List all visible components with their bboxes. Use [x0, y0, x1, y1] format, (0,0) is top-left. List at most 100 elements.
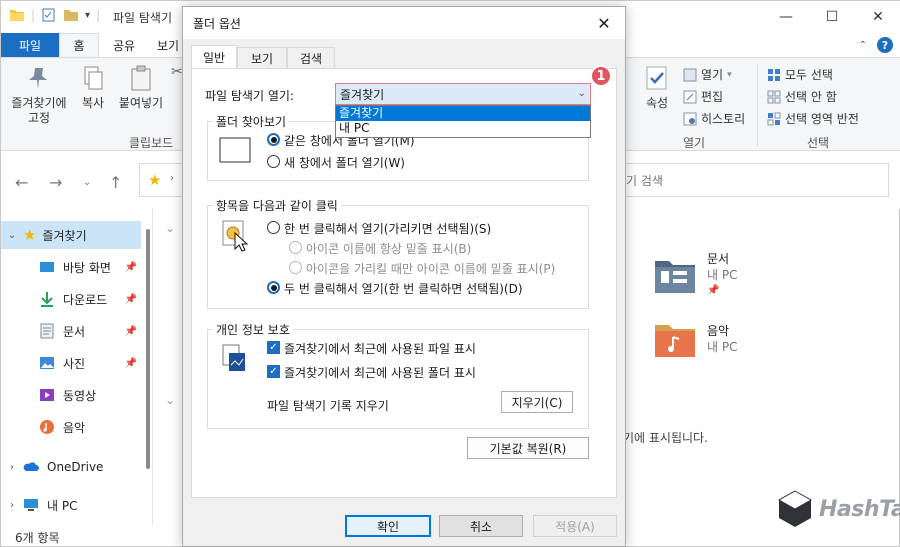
tab-home[interactable]: 홈	[59, 33, 99, 57]
select-all-label: 모두 선택	[785, 68, 833, 82]
close-icon[interactable]: ✕	[855, 1, 900, 33]
underline-hover-label: 아이콘을 가리킬 때만 아이콘 이름에 밑줄 표시(P)	[306, 262, 556, 276]
open-button[interactable]: 열기 ▾	[683, 66, 732, 83]
up-arrow-icon[interactable]: ↑	[109, 173, 122, 192]
open-explorer-select[interactable]: 즐겨찾기 ⌄	[335, 83, 591, 105]
select-all-button[interactable]: 모두 선택	[767, 66, 833, 83]
edit-button[interactable]: 편집	[683, 88, 723, 105]
tab-file[interactable]: 파일	[1, 33, 59, 57]
tab-view[interactable]: 보기	[153, 33, 183, 57]
tab-share[interactable]: 공유	[101, 33, 147, 57]
dialog-title: 폴더 옵션	[193, 17, 241, 31]
computer-icon	[24, 499, 38, 511]
recent-chevron-icon[interactable]: ⌄	[83, 177, 91, 188]
ribbon-separator	[757, 64, 758, 146]
content-item-music[interactable]: 음악 내 PC	[653, 319, 737, 359]
dropdown-option-this-pc[interactable]: 내 PC	[336, 121, 590, 136]
nav-label: OneDrive	[47, 460, 104, 474]
pin-icon: 📌	[124, 325, 137, 337]
document-icon	[40, 323, 54, 339]
search-input[interactable]: 기 검색	[613, 163, 889, 197]
content-sub: 내 PC	[707, 268, 738, 282]
pin-icon: 📌	[707, 285, 720, 296]
clear-history-button[interactable]: 지우기(C)	[501, 391, 573, 413]
radio-underline-always[interactable]	[289, 241, 302, 254]
radio-double-click[interactable]	[267, 281, 280, 294]
apply-button[interactable]: 적용(A)	[533, 515, 617, 537]
address-bar[interactable]: ★ ›	[139, 163, 185, 197]
properties-button[interactable]: 속성	[637, 64, 677, 111]
nav-scrollbar[interactable]	[146, 229, 150, 469]
new-folder-icon[interactable]	[63, 8, 79, 22]
hashtag-logo-icon	[777, 490, 813, 527]
cut-icon[interactable]: ✂	[171, 64, 183, 80]
properties-label: 속성	[645, 96, 669, 110]
nav-item-downloads[interactable]: 다운로드 📌	[1, 285, 141, 313]
back-arrow-icon[interactable]: ←	[15, 173, 28, 192]
select-none-label: 선택 안 함	[785, 90, 837, 104]
pin-to-favorites-button[interactable]: 즐겨찾기에 고정	[7, 64, 71, 126]
click-cursor-icon	[222, 220, 249, 252]
tab-search[interactable]: 검색	[287, 47, 335, 69]
open-explorer-dropdown: 즐겨찾기 내 PC	[335, 105, 591, 138]
chevron-right-icon[interactable]: ›	[1, 500, 23, 511]
invert-selection-button[interactable]: 선택 영역 반전	[767, 110, 859, 127]
tab-general[interactable]: 일반	[191, 45, 237, 69]
chevron-down-icon[interactable]: ⌄	[165, 221, 175, 235]
history-button[interactable]: 히스토리	[683, 110, 745, 127]
radio-single-click[interactable]	[267, 221, 280, 234]
paste-label: 붙여넣기	[118, 96, 164, 110]
pin-icon: 📌	[124, 357, 137, 369]
content-hint-text: 기에 표시됩니다.	[623, 431, 708, 445]
open-group-label: 열기	[683, 136, 706, 150]
nav-item-pictures[interactable]: 사진 📌	[1, 349, 141, 377]
radio-new-window[interactable]	[267, 155, 280, 168]
customize-qat-icon[interactable]: ▾	[85, 10, 90, 21]
music-icon	[40, 420, 54, 434]
video-icon	[40, 389, 54, 401]
privacy-icon	[222, 344, 245, 371]
nav-item-this-pc[interactable]: › 내 PC	[1, 491, 141, 519]
nav-item-desktop[interactable]: 바탕 화면 📌	[1, 253, 141, 281]
checkbox-recent-files[interactable]: ✓	[267, 341, 280, 354]
properties-icon[interactable]	[41, 8, 57, 22]
chevron-down-icon[interactable]: ⌄	[1, 230, 23, 241]
radio-underline-hover[interactable]	[289, 261, 302, 274]
documents-folder-icon	[655, 261, 695, 293]
close-icon[interactable]: ✕	[589, 11, 619, 35]
chevron-right-icon[interactable]: ›	[1, 462, 23, 473]
restore-defaults-button[interactable]: 기본값 복원(R)	[467, 437, 589, 459]
tab-view[interactable]: 보기	[237, 47, 287, 69]
copy-button[interactable]: 복사	[75, 64, 111, 111]
status-item-count: 6개 항목	[15, 531, 60, 545]
nav-item-favorites[interactable]: ⌄ ★ 즐겨찾기	[1, 221, 141, 249]
minimize-icon[interactable]: —	[763, 1, 809, 33]
nav-item-videos[interactable]: 동영상	[1, 381, 141, 409]
cancel-button[interactable]: 취소	[439, 515, 523, 537]
checkbox-frequent-folders[interactable]: ✓	[267, 365, 280, 378]
nav-item-onedrive[interactable]: › OneDrive	[1, 453, 141, 481]
help-icon[interactable]: ?	[877, 37, 893, 53]
chevron-up-icon[interactable]: ⌃	[859, 40, 867, 51]
chevron-down-icon[interactable]: ⌄	[165, 393, 175, 407]
ribbon-right-controls: ⌃ ?	[859, 37, 893, 53]
privacy-group-title: 개인 정보 보호	[213, 321, 293, 338]
separator: |	[31, 8, 36, 22]
invert-selection-icon	[767, 112, 781, 125]
maximize-icon[interactable]: ☐	[809, 1, 855, 33]
download-icon	[41, 292, 53, 307]
nav-item-documents[interactable]: 문서 📌	[1, 317, 141, 345]
forward-arrow-icon[interactable]: →	[49, 173, 62, 192]
ok-button[interactable]: 확인	[345, 515, 431, 537]
nav-label: 음악	[63, 420, 86, 435]
select-none-button[interactable]: 선택 안 함	[767, 88, 837, 105]
dropdown-option-favorites[interactable]: 즐겨찾기	[336, 106, 590, 121]
paste-button[interactable]: 붙여넣기	[115, 64, 167, 111]
picture-icon	[40, 357, 54, 369]
frequent-folders-label: 즐겨찾기에서 최근에 사용된 폴더 표시	[284, 366, 476, 380]
paste-icon	[131, 65, 151, 91]
nav-item-music[interactable]: 음악	[1, 413, 141, 441]
content-item-documents[interactable]: 문서 내 PC 📌	[653, 251, 737, 299]
radio-same-window[interactable]	[267, 133, 280, 146]
navigation-pane: ⌄ ★ 즐겨찾기 바탕 화면 📌 다운로드 📌 문서 📌 사진 📌 동영상 음악…	[1, 209, 153, 525]
